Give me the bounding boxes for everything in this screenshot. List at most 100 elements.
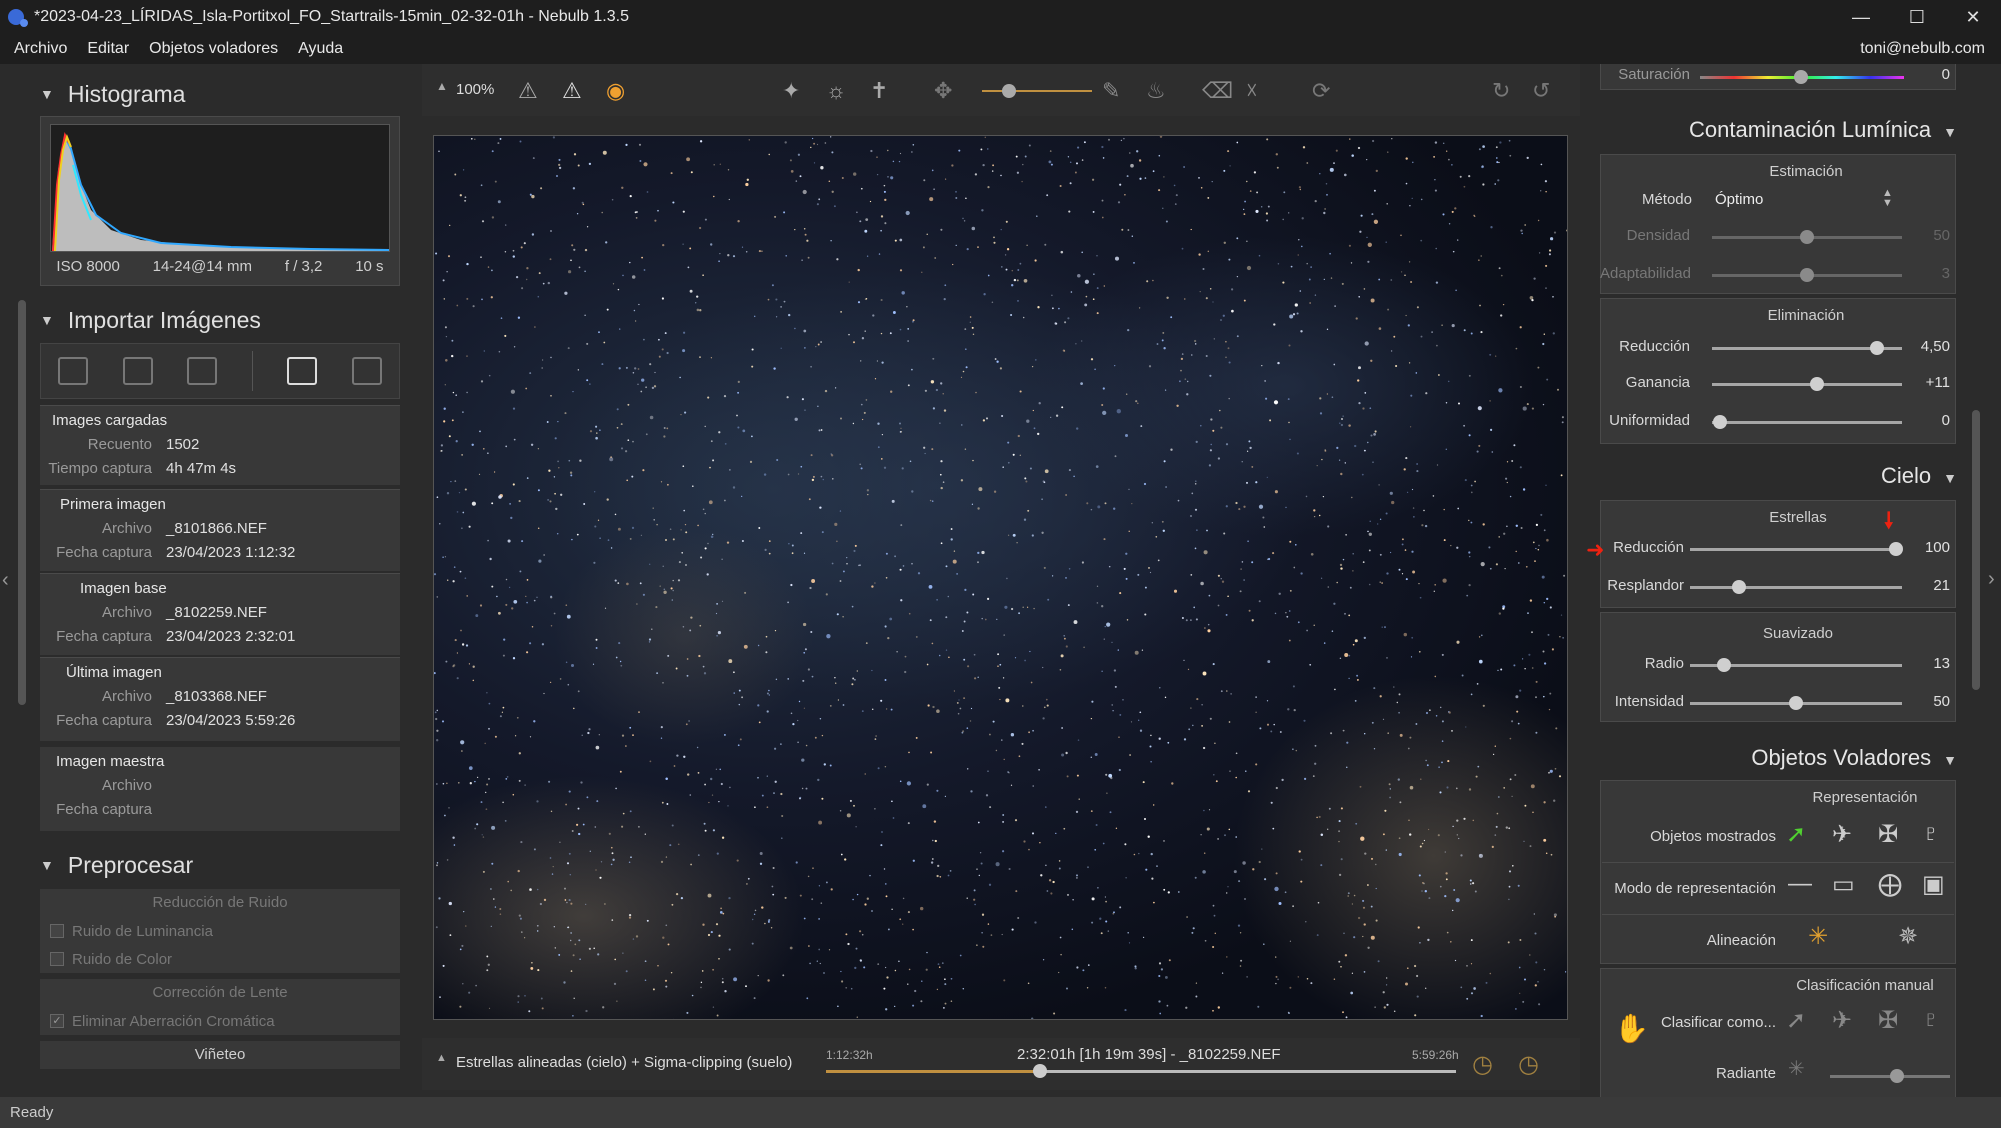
slider-knob[interactable] xyxy=(1890,1069,1904,1083)
undo-icon[interactable]: ↺ xyxy=(1532,78,1550,104)
left-scrollbar[interactable] xyxy=(18,300,26,705)
slider-knob[interactable] xyxy=(1800,268,1814,282)
sky-reduction-slider[interactable] xyxy=(1690,542,1903,556)
collapse-triangle-icon[interactable]: ▼ xyxy=(1943,470,1957,486)
checkbox-icon[interactable] xyxy=(50,952,64,966)
image-viewport[interactable] xyxy=(433,135,1568,1020)
zoom-stepper-icon[interactable]: ▲ xyxy=(436,79,448,93)
slider-knob[interactable] xyxy=(1809,377,1824,391)
radiant-icon[interactable]: ✳ xyxy=(1788,1056,1805,1081)
collapse-triangle-icon[interactable]: ▼ xyxy=(40,312,54,328)
chroma-checkbox[interactable]: ✓ Eliminar Aberración Cromática xyxy=(40,1007,400,1035)
collapse-triangle-icon[interactable]: ▼ xyxy=(1943,124,1957,140)
import-header[interactable]: ▼ Importar Imágenes xyxy=(30,298,261,342)
luminance-noise-checkbox[interactable]: Ruido de Luminancia xyxy=(40,917,400,945)
vignette-label[interactable]: Viñeteo xyxy=(40,1041,400,1069)
slider-knob[interactable] xyxy=(1712,415,1727,429)
density-slider[interactable] xyxy=(1712,230,1902,244)
gain-slider[interactable] xyxy=(1712,377,1902,391)
slider-knob[interactable] xyxy=(1002,84,1016,98)
menu-objetos-voladores[interactable]: Objetos voladores xyxy=(149,40,278,58)
timeline-slider[interactable] xyxy=(826,1064,1456,1078)
target-icon[interactable]: ⨁ xyxy=(1878,870,1902,899)
checkbox-icon[interactable] xyxy=(50,924,64,938)
radiant-slider[interactable] xyxy=(1830,1069,1950,1083)
flying-header[interactable]: Objetos Voladores ▼ xyxy=(1751,745,1957,771)
camera-icon[interactable]: ▣ xyxy=(1922,870,1945,899)
history-icon[interactable]: ◷ xyxy=(1518,1050,1539,1079)
import-images-icon[interactable] xyxy=(58,357,89,385)
tower-icon[interactable]: ✝ xyxy=(870,78,888,104)
slider-knob[interactable] xyxy=(1716,658,1731,672)
lp-reduction-slider[interactable] xyxy=(1712,341,1902,355)
brush-size-slider[interactable] xyxy=(982,84,1092,98)
chevron-right-icon[interactable]: › xyxy=(1988,568,1995,591)
warning-outline-icon[interactable]: ⚠ xyxy=(518,78,538,104)
radius-slider[interactable] xyxy=(1690,658,1902,672)
close-button[interactable]: ✕ xyxy=(1945,0,2001,34)
mode-stepper-icon[interactable]: ▲ xyxy=(436,1052,447,1064)
magic-wand-icon[interactable]: ✥ xyxy=(934,78,952,104)
slider-knob[interactable] xyxy=(1800,230,1814,244)
select-arrows-icon[interactable]: ▲ ▼ xyxy=(1882,188,1893,209)
sky-header[interactable]: Cielo ▼ xyxy=(1881,463,1957,489)
maximize-button[interactable]: ☐ xyxy=(1889,0,1945,34)
zoom-value[interactable]: 100% xyxy=(456,81,494,98)
stars-icon[interactable]: ✦ xyxy=(782,78,800,104)
import-folder-icon[interactable] xyxy=(122,357,153,385)
slider-knob[interactable] xyxy=(1731,580,1746,594)
minimize-button[interactable]: — xyxy=(1833,0,1889,34)
slider-knob[interactable] xyxy=(1888,542,1903,556)
collapse-triangle-icon[interactable]: ▼ xyxy=(40,86,54,102)
warning-filled-icon[interactable]: ⚠ xyxy=(562,78,582,104)
radiant-aligned-icon[interactable]: ✳ xyxy=(1808,922,1828,951)
timeline-knob[interactable] xyxy=(1033,1064,1048,1078)
classify-satellite-icon[interactable]: ✠ xyxy=(1878,1006,1898,1035)
slider-knob[interactable] xyxy=(1789,696,1803,710)
first-image-section[interactable]: Primera imagen Archivo _8101866.NEF Fecha… xyxy=(40,489,400,571)
base-image-section[interactable]: Imagen base Archivo _8102259.NEF Fecha ca… xyxy=(40,573,400,655)
planet-icon[interactable]: ☼ xyxy=(826,78,846,104)
line-icon[interactable]: — xyxy=(1788,870,1812,898)
classify-ghost-icon[interactable]: ♇ xyxy=(1922,1006,1940,1034)
menu-archivo[interactable]: Archivo xyxy=(14,40,67,58)
user-account[interactable]: toni@nebulb.com xyxy=(1860,40,1985,58)
import-paste-icon[interactable] xyxy=(187,357,218,385)
collapse-triangle-icon[interactable]: ▼ xyxy=(1943,752,1957,768)
preprocess-header[interactable]: ▼ Preprocesar xyxy=(30,843,193,887)
left-collapse-strip[interactable]: ‹ xyxy=(0,64,14,1097)
chevron-left-icon[interactable]: ‹ xyxy=(2,569,9,592)
adapt-slider[interactable] xyxy=(1712,268,1902,282)
right-scrollbar[interactable] xyxy=(1972,410,1980,690)
meteor-icon[interactable]: ➚ xyxy=(1786,820,1806,849)
intensity-slider[interactable] xyxy=(1690,696,1902,710)
saturation-slider[interactable] xyxy=(1700,70,1904,84)
color-noise-checkbox[interactable]: Ruido de Color xyxy=(40,945,400,973)
menu-editar[interactable]: Editar xyxy=(87,40,129,58)
ghost-icon[interactable]: ♇ xyxy=(1922,820,1940,848)
master-image-icon[interactable] xyxy=(287,357,318,385)
checkmark-icon[interactable]: ✓ xyxy=(50,1014,64,1028)
radiant-scattered-icon[interactable]: ✵ xyxy=(1898,922,1918,951)
stacking-mode[interactable]: Estrellas alineadas (cielo) + Sigma-clip… xyxy=(456,1054,792,1071)
broom-icon[interactable]: ☓ xyxy=(1246,78,1258,104)
last-image-section[interactable]: Última imagen Archivo _8103368.NEF Fecha … xyxy=(40,657,400,741)
method-select[interactable]: Óptimo xyxy=(1715,191,1763,208)
airplane-icon[interactable]: ✈ xyxy=(1832,820,1852,849)
histogram-header[interactable]: ▼ Histograma xyxy=(30,72,185,116)
clock-icon[interactable]: ◷ xyxy=(1472,1050,1493,1079)
bucket-icon[interactable]: ♨ xyxy=(1146,78,1166,104)
refresh-icon[interactable]: ⟳ xyxy=(1312,78,1330,104)
rectangle-icon[interactable]: ▭ xyxy=(1832,870,1855,899)
glow-slider[interactable] xyxy=(1690,580,1902,594)
brush-icon[interactable]: ✎ xyxy=(1102,78,1120,104)
menu-ayuda[interactable]: Ayuda xyxy=(298,40,343,58)
slider-knob[interactable] xyxy=(1794,70,1808,84)
uniformity-slider[interactable] xyxy=(1712,415,1902,429)
master-paste-icon[interactable] xyxy=(351,357,382,385)
light-pollution-header[interactable]: Contaminación Lumínica ▼ xyxy=(1689,117,1957,143)
collapse-triangle-icon[interactable]: ▼ xyxy=(40,857,54,873)
redo-icon[interactable]: ↻ xyxy=(1492,78,1510,104)
eraser-icon[interactable]: ⌫ xyxy=(1202,78,1233,104)
satellite-icon[interactable]: ✠ xyxy=(1878,820,1898,849)
